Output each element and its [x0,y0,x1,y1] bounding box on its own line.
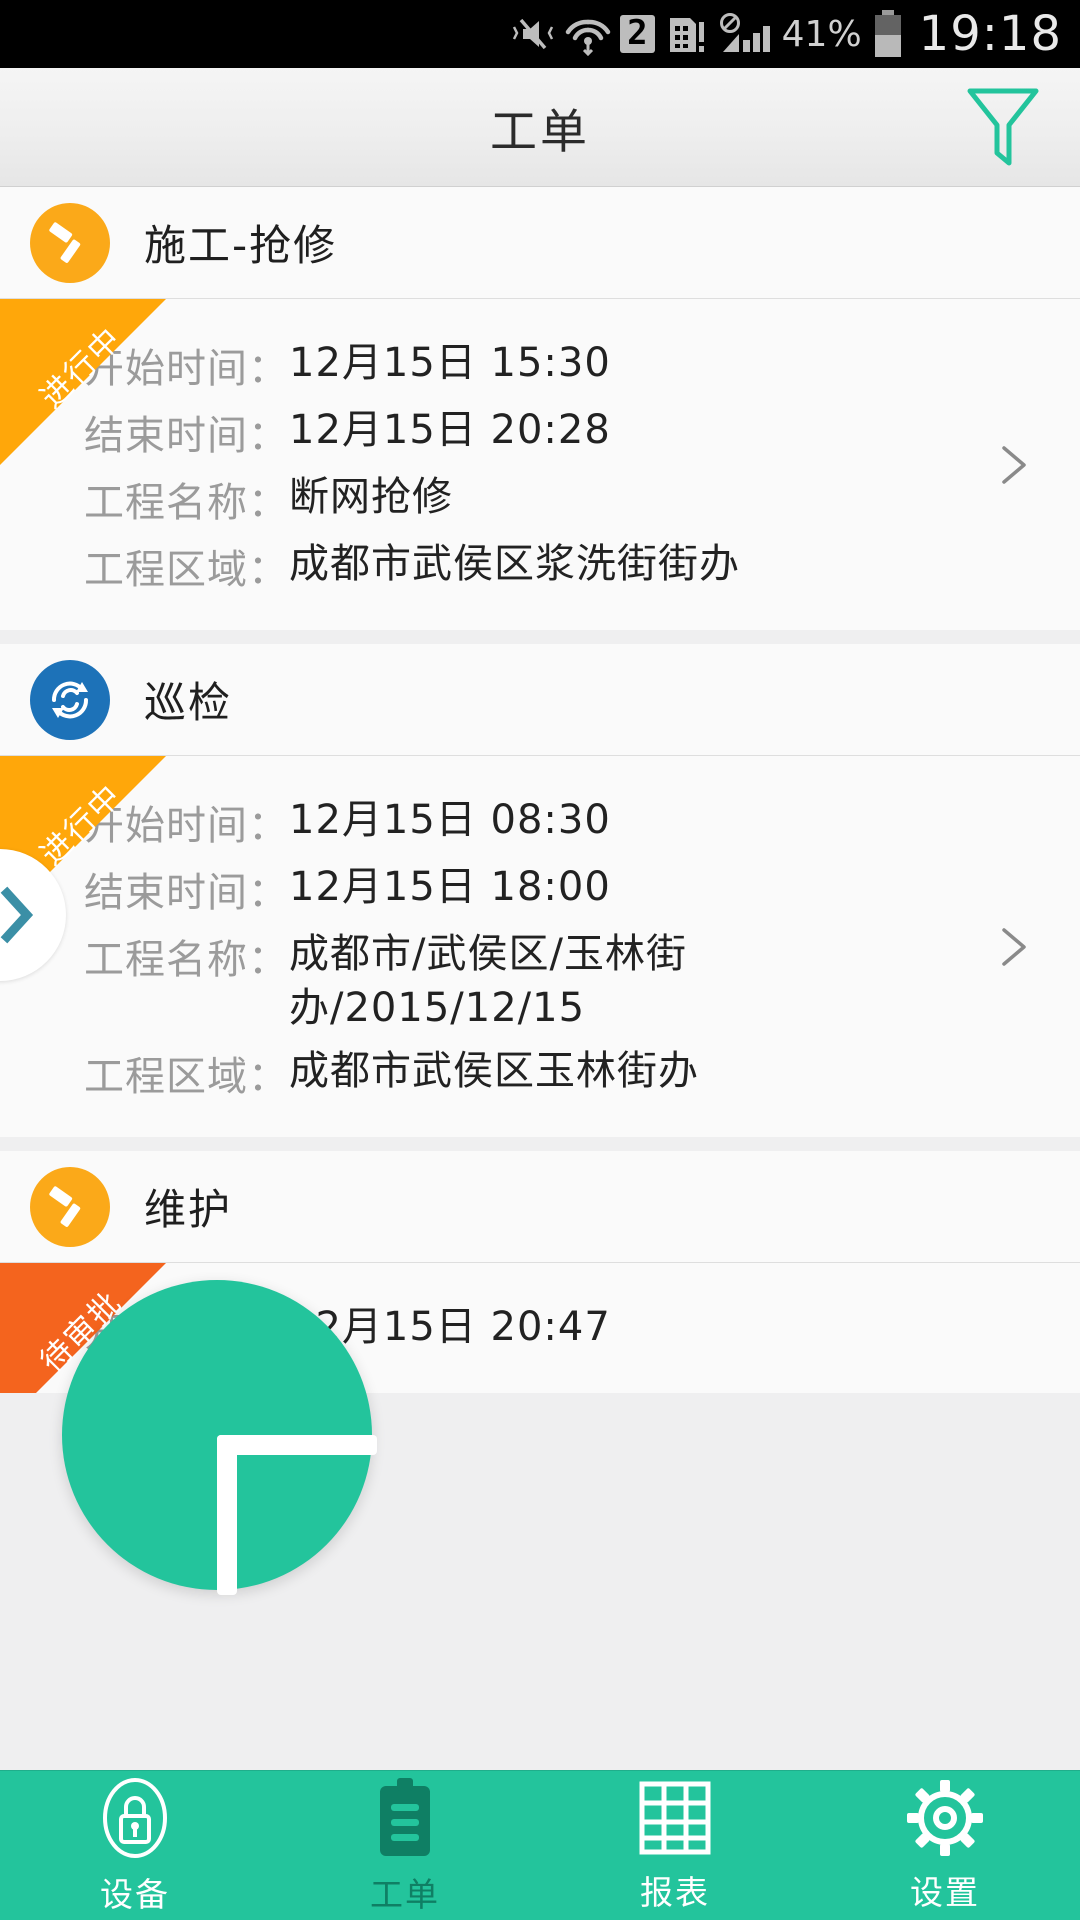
battery-percent-label: 41% [781,13,862,55]
status-bar: 2 41% 19:18 [0,0,1080,68]
nav-label-devices: 设备 [100,1874,170,1914]
card-body[interactable]: 进行中 开始时间： 12月15日 08:30 结束时间： 12月15日 18:0… [0,756,1080,1137]
card-title: 施工-抢修 [144,221,338,270]
vibrate-mute-icon [513,18,554,50]
card-title: 巡检 [144,678,233,727]
add-work-order-fab[interactable] [62,1280,377,1595]
chevron-right-icon[interactable] [990,924,1036,970]
project-name-label: 工程名称： [84,937,289,983]
no-signal-icon [719,13,770,52]
start-time-row: 开始时间： 12月15日 15:30 [0,336,1080,394]
page-title: 工单 [490,104,590,160]
project-area-value: 成都市武侯区浆洗街街办 [289,541,740,587]
wifi-icon [565,19,611,56]
start-time-row: 开始时间： 12月15日 08:30 [0,793,1080,851]
lock-icon [103,1777,167,1858]
nav-label-work-orders: 工单 [370,1874,440,1914]
end-time-row: 结束时间： 12月15日 20:28 [0,403,1080,461]
end-time-label: 结束时间： [84,870,289,916]
clipboard-icon [380,1777,430,1856]
chevron-right-icon [0,886,34,944]
nav-item-devices[interactable]: 设备 [0,1771,270,1920]
project-name-row: 工程名称： 成都市/武侯区/玉林街办/2015/12/15 [0,927,1080,1035]
project-area-value: 成都市武侯区玉林街办 [289,1048,699,1094]
sd-card-alert-icon [669,18,704,52]
hammer-icon [30,1166,110,1247]
project-area-row: 工程区域： 成都市武侯区玉林街办 [0,1044,1080,1102]
project-area-row: 工程区域： 成都市武侯区浆洗街街办 [0,537,1080,595]
work-order-card[interactable]: 巡检 进行中 开始时间： 12月15日 08:30 结束时间： 12月15日 1… [0,644,1080,1137]
end-time-value: 12月15日 20:28 [289,407,611,453]
sim-2-icon: 2 [620,15,655,53]
project-name-value: 成都市/武侯区/玉林街办/2015/12/15 [289,931,687,1031]
end-time-row: 结束时间： 12月15日 18:00 [0,860,1080,918]
card-body[interactable]: 进行中 开始时间： 12月15日 15:30 结束时间： 12月15日 20:2… [0,299,1080,630]
card-title: 维护 [144,1185,233,1234]
card-header[interactable]: 维护 [0,1151,1080,1263]
nav-item-reports[interactable]: 报表 [540,1771,810,1920]
nav-label-reports: 报表 [640,1872,710,1912]
start-time-value: 12月15日 15:30 [289,340,611,386]
start-time-label: 开始时间： [84,346,289,392]
bottom-navigation[interactable]: 设备 工单 报表 设置 [0,1770,1080,1920]
project-name-label: 工程名称： [84,480,289,526]
project-area-label: 工程区域： [84,1054,289,1100]
battery-icon [874,10,901,57]
project-area-label: 工程区域： [84,547,289,593]
card-header[interactable]: 巡检 [0,644,1080,756]
filter-funnel-icon [967,88,1039,166]
end-time-value: 12月15日 18:00 [289,864,611,910]
work-order-card[interactable]: 施工-抢修 进行中 开始时间： 12月15日 15:30 结束时间： 12月15… [0,187,1080,630]
project-name-row: 工程名称： 断网抢修 [0,470,1080,528]
gear-icon [907,1779,983,1856]
chevron-right-icon[interactable] [990,442,1036,488]
start-time-label: 开始时间： [84,803,289,849]
end-time-label: 结束时间： [84,413,289,459]
nav-item-work-orders[interactable]: 工单 [270,1771,540,1920]
table-grid-icon [639,1781,711,1854]
status-bar-clock: 19:18 [918,6,1062,62]
start-time-value: 12月15日 08:30 [289,797,611,843]
nav-label-settings: 设置 [910,1872,980,1912]
status-bar-icons: 2 41% [510,9,905,59]
project-name-value: 断网抢修 [289,474,453,520]
app-header: 工单 [0,68,1080,187]
filter-button[interactable] [960,84,1046,170]
signal-bars-icon [722,26,770,52]
refresh-cycle-icon [30,659,110,740]
card-header[interactable]: 施工-抢修 [0,187,1080,299]
nav-item-settings[interactable]: 设置 [810,1771,1080,1920]
hammer-icon [30,202,110,283]
